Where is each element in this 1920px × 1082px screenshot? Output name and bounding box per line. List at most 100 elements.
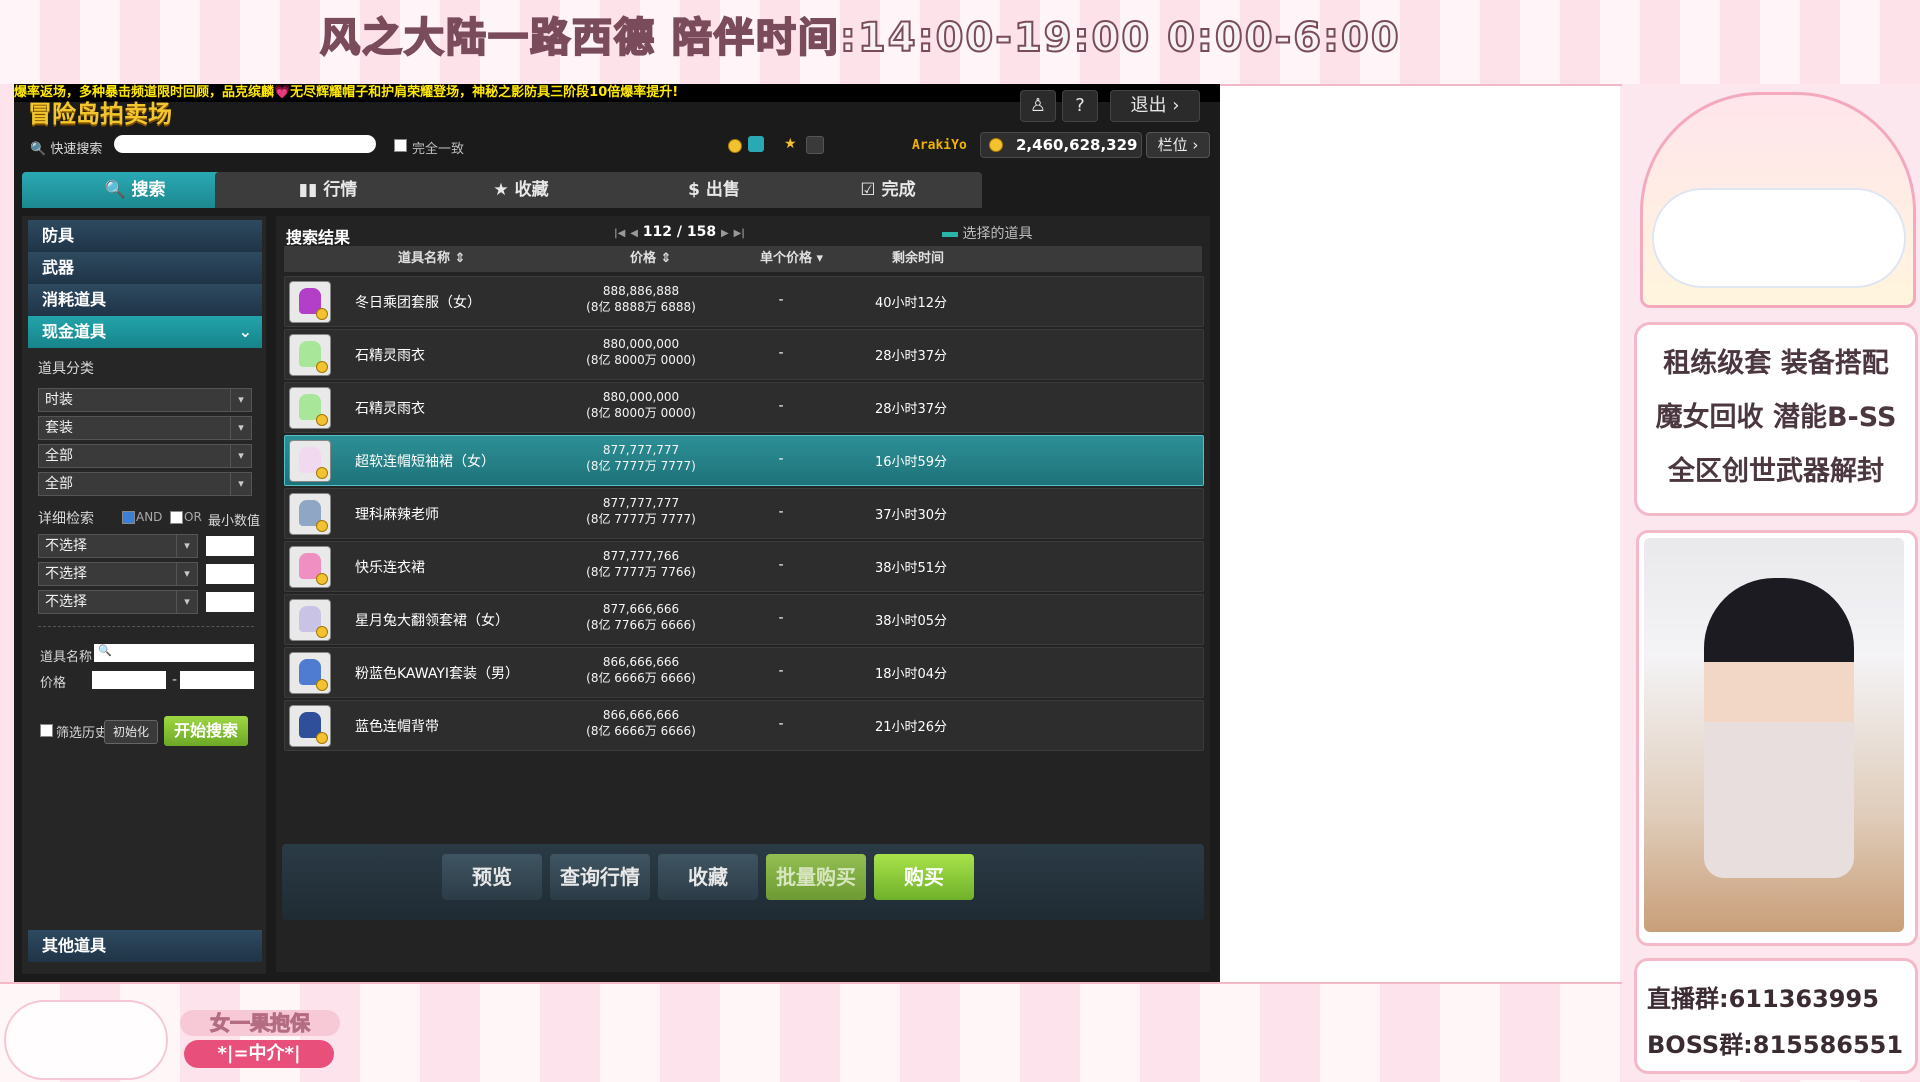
table-row[interactable]: 蓝色连帽背带 866,666,666 (8亿 6666万 6666) - 21小时26分 — [284, 700, 1204, 751]
detail-select-3[interactable]: 不选择 ▾ — [38, 590, 198, 614]
min-value-input-1[interactable] — [206, 536, 254, 556]
category-armor[interactable]: 防具 — [28, 220, 262, 252]
chevron-down-icon: ▾ — [230, 417, 251, 439]
coin-filter-icon[interactable] — [728, 139, 742, 153]
star-filter-toggle[interactable] — [806, 136, 824, 154]
table-row[interactable]: 星月兔大翻领套裙（女） 877,666,666 (8亿 7766万 6666) - 38… — [284, 594, 1204, 645]
table-row[interactable]: 冬日乘团套服（女） 888,886,888 (8亿 8888万 6888) - 40小时… — [284, 276, 1204, 327]
item-name: 星月兔大翻领套裙（女） — [355, 613, 509, 629]
meso-amount: 2,460,628,329 — [1016, 136, 1138, 154]
tab-label: 收藏 — [514, 180, 549, 200]
mascot-decoration-left — [4, 1000, 168, 1080]
chevron-down-icon: ▾ — [176, 535, 197, 557]
item-price-breakdown: (8亿 6666万 6666) — [586, 671, 696, 685]
buy-button[interactable]: 购买 — [874, 854, 974, 900]
exit-button[interactable]: 退出 › — [1110, 90, 1200, 122]
header-unit-price[interactable]: 单个价格 ▾ — [760, 246, 823, 272]
mascot-face — [1652, 188, 1906, 288]
class-select-4[interactable]: 全部 ▾ — [38, 472, 252, 496]
table-row[interactable]: 粉蓝色KAWAYI套装（男） 866,666,666 (8亿 6666万 6666)… — [284, 647, 1204, 698]
slot-button[interactable]: 栏位 › — [1146, 132, 1210, 158]
select-value: 时装 — [45, 392, 73, 408]
category-consumable[interactable]: 消耗道具 — [28, 284, 262, 316]
item-unit-price: - — [778, 292, 784, 308]
chevron-down-icon: ▾ — [230, 473, 251, 495]
divider — [38, 626, 254, 627]
and-checkbox[interactable] — [122, 511, 135, 524]
item-unit-price: - — [778, 610, 784, 626]
help-button[interactable]: ? — [1062, 90, 1098, 122]
detail-select-2[interactable]: 不选择 ▾ — [38, 562, 198, 586]
character-button[interactable]: ♙ — [1020, 90, 1056, 122]
brand-label: 女一果抱保 — [180, 1010, 340, 1036]
item-time-left: 38小时05分 — [874, 614, 948, 629]
item-icon — [289, 652, 331, 694]
header-price[interactable]: 价格 ⇕ — [630, 246, 671, 272]
item-time-left: 28小时37分 — [874, 349, 948, 364]
exact-match-label: 完全一致 — [412, 142, 465, 157]
prev-page-button[interactable]: ◀ — [630, 228, 638, 239]
star-icon: ★ — [493, 180, 509, 200]
table-row[interactable]: 石精灵雨衣 880,000,000 (8亿 8000万 0000) - 28小时37分 — [284, 382, 1204, 433]
coin-filter-toggle[interactable] — [748, 136, 764, 152]
next-page-button[interactable]: ▶ — [721, 228, 729, 239]
item-price: 880,000,000 (8亿 8000万 0000) — [571, 389, 711, 421]
quick-search-input[interactable] — [114, 135, 376, 153]
quick-search-row: 🔍 快速搜索 完全一致 ★ ArakiYo 2,460,628,329 栏位 › — [14, 130, 1220, 160]
promo-line: 租练级套 装备搭配 — [1663, 348, 1889, 379]
item-price: 866,666,666 (8亿 6666万 6666) — [571, 707, 711, 739]
first-page-button[interactable]: |◀ — [614, 228, 625, 239]
item-price-breakdown: (8亿 7777万 7777) — [586, 512, 696, 526]
market-price-button[interactable]: 查询行情 — [550, 854, 650, 900]
tab-label: 完成 — [881, 180, 916, 200]
or-checkbox[interactable] — [170, 511, 183, 524]
item-name-input[interactable]: 🔍 — [94, 644, 254, 662]
last-page-button[interactable]: ▶| — [734, 228, 745, 239]
category-other[interactable]: 其他道具 — [28, 930, 262, 962]
class-select-3[interactable]: 全部 ▾ — [38, 444, 252, 468]
live-group-text: 直播群:611363995 — [1647, 985, 1879, 1013]
min-value-input-2[interactable] — [206, 564, 254, 584]
favorite-button[interactable]: 收藏 — [658, 854, 758, 900]
tab-label: 搜索 — [131, 180, 166, 200]
action-bar: 预览 查询行情 收藏 批量购买 购买 — [282, 844, 1204, 920]
detail-select-1[interactable]: 不选择 ▾ — [38, 534, 198, 558]
boss-group-text: BOSS群:815586551 — [1647, 1031, 1904, 1059]
item-time-left: 37小时30分 — [874, 508, 948, 523]
class-select-1[interactable]: 时装 ▾ — [38, 388, 252, 412]
history-checkbox[interactable] — [40, 724, 53, 737]
cash-coin-icon — [316, 732, 328, 744]
total-pages: 158 — [686, 224, 717, 240]
meso-coin-icon — [989, 138, 1003, 152]
item-icon — [289, 334, 331, 376]
min-value-input-3[interactable] — [206, 592, 254, 612]
start-search-button[interactable]: 开始搜索 — [164, 716, 248, 746]
table-row[interactable]: 石精灵雨衣 880,000,000 (8亿 8000万 0000) - 28小时37分 — [284, 329, 1204, 380]
category-weapon[interactable]: 武器 — [28, 252, 262, 284]
item-name: 理科麻辣老师 — [355, 507, 439, 523]
table-header: 道具名称 ⇕ 价格 ⇕ 单个价格 ▾ 剩余时间 — [284, 246, 1202, 272]
reset-button[interactable]: 初始化 — [104, 720, 158, 744]
bulk-buy-button[interactable]: 批量购买 — [766, 854, 866, 900]
table-row[interactable]: 快乐连衣裙 877,777,766 (8亿 7777万 7766) - 38小时51分 — [284, 541, 1204, 592]
search-icon: 🔍 — [104, 180, 126, 200]
class-select-2[interactable]: 套装 ▾ — [38, 416, 252, 440]
category-cash[interactable]: 现金道具 ⌄ — [28, 316, 262, 348]
chart-icon: ▮▮ — [298, 180, 318, 200]
preview-button[interactable]: 预览 — [442, 854, 542, 900]
item-unit-price: - — [778, 716, 784, 732]
select-value: 全部 — [45, 448, 73, 464]
star-filter-icon[interactable]: ★ — [784, 136, 797, 152]
tab-label: 出售 — [705, 180, 740, 200]
price-min-input[interactable] — [92, 671, 166, 689]
price-max-input[interactable] — [180, 671, 254, 689]
table-row[interactable]: 理科麻辣老师 877,777,777 (8亿 7777万 7777) - 37小时30分 — [284, 488, 1204, 539]
header-name[interactable]: 道具名称 ⇕ — [398, 246, 465, 272]
exact-match-checkbox[interactable] — [394, 139, 407, 152]
select-value: 不选择 — [45, 566, 87, 582]
item-icon — [289, 599, 331, 641]
item-icon — [289, 705, 331, 747]
table-row[interactable]: 超软连帽短袖裙（女） 877,777,777 (8亿 7777万 7777) - 16小… — [284, 435, 1204, 486]
item-icon — [289, 546, 331, 588]
tab-complete[interactable]: ☑ 完成 — [794, 172, 982, 208]
